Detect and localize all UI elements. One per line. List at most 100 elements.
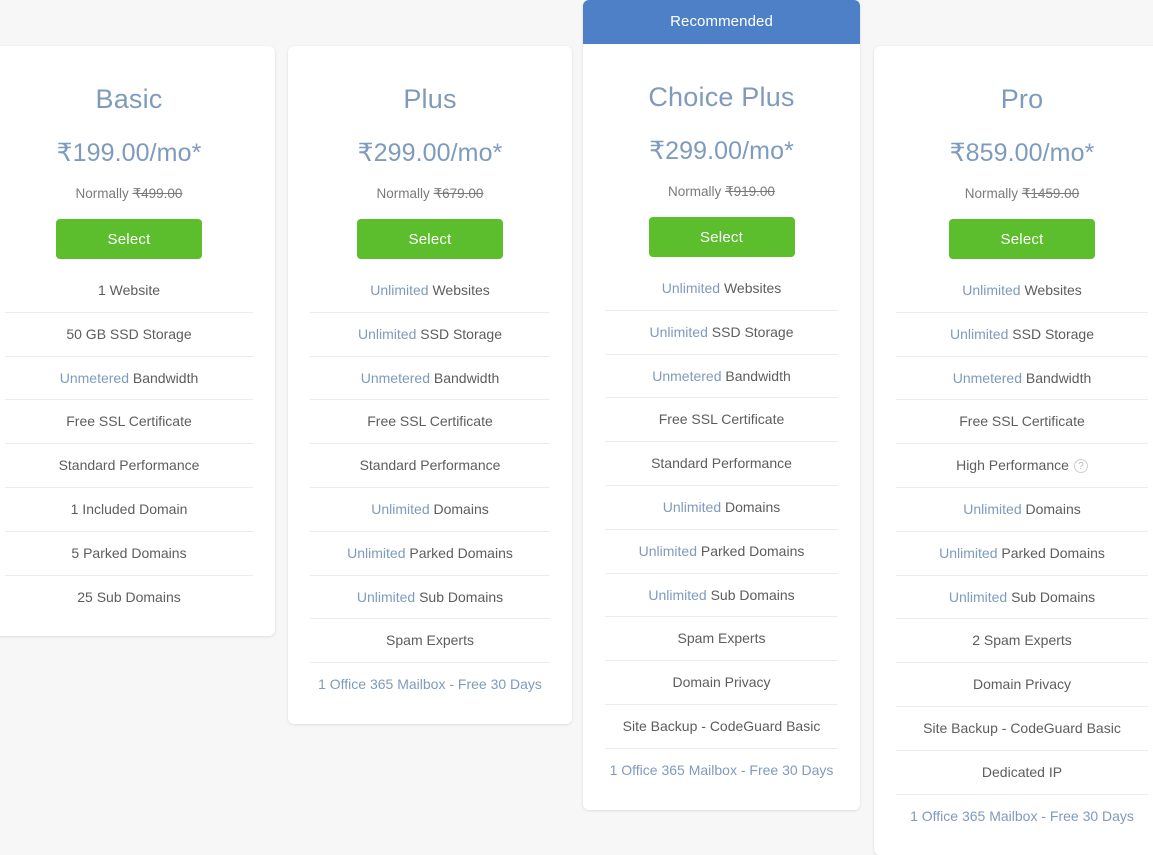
- plan-original-price: ₹499.00: [132, 186, 183, 201]
- feature-item: Site Backup - CodeGuard Basic: [605, 703, 838, 748]
- feature-highlight: Unmetered: [59, 369, 129, 386]
- feature-highlight: Unlimited: [962, 282, 1021, 298]
- feature-item: High Performance?: [896, 443, 1148, 487]
- plan-card-body: Pro ₹859.00/mo* Normally ₹1459.00 Select Unl…: [874, 46, 1153, 855]
- select-button-basic[interactable]: Select: [56, 219, 202, 259]
- feature-item: Unmetered Bandwidth: [896, 355, 1148, 400]
- feature-item: Site Backup - CodeGuard Basic: [896, 705, 1148, 750]
- feature-text: Bandwidth: [1021, 369, 1092, 386]
- feature-text: 1 Office 365 Mailbox - Free 30 Days: [609, 761, 834, 778]
- feature-item: 5 Parked Domains: [5, 530, 253, 575]
- feature-item: 25 Sub Domains: [5, 574, 253, 619]
- feature-highlight: Unlimited: [358, 325, 417, 342]
- feature-item: Standard Performance: [605, 441, 838, 485]
- feature-text: Bandwidth: [721, 367, 791, 384]
- feature-text: SSD Storage: [1008, 325, 1094, 342]
- feature-text: Bandwidth: [429, 369, 500, 386]
- plan-normal-price-row: Normally ₹679.00: [310, 186, 550, 202]
- feature-highlight: Unlimited: [347, 544, 406, 561]
- feature-item: Domain Privacy: [896, 662, 1148, 706]
- plan-name: Pro: [1000, 84, 1044, 114]
- normally-label: Normally: [668, 184, 722, 199]
- feature-item: Unlimited SSD Storage: [310, 311, 550, 356]
- feature-text: Free SSL Certificate: [658, 411, 785, 428]
- info-help-icon[interactable]: ?: [1073, 459, 1088, 474]
- feature-item: Unlimited Websites: [896, 278, 1148, 312]
- feature-text: 1 Office 365 Mailbox - Free 30 Days: [318, 676, 542, 693]
- feature-item: Domain Privacy: [605, 660, 838, 704]
- feature-text: 1 Included Domain: [70, 500, 188, 517]
- feature-text: Standard Performance: [58, 457, 200, 474]
- feature-highlight: Unlimited: [638, 542, 697, 559]
- feature-item: Free SSL Certificate: [310, 399, 550, 443]
- feature-text: Websites: [1020, 282, 1082, 298]
- feature-item: 50 GB SSD Storage: [5, 311, 253, 356]
- feature-text: Sub Domains: [1007, 588, 1096, 605]
- feature-text: Domain Privacy: [972, 676, 1072, 693]
- select-button-pro[interactable]: Select: [949, 219, 1095, 259]
- feature-item: Spam Experts: [310, 618, 550, 662]
- feature-text: Spam Experts: [677, 630, 766, 647]
- feature-item: Spam Experts: [605, 616, 838, 660]
- plan-name: Basic: [95, 84, 163, 114]
- plan-card-basic: Basic ₹199.00/mo* Normally ₹499.00 Select 1 …: [0, 46, 275, 637]
- feature-item: Free SSL Certificate: [605, 397, 838, 441]
- select-button-plus[interactable]: Select: [357, 219, 503, 259]
- feature-text: Parked Domains: [997, 544, 1105, 561]
- feature-item: 1 Office 365 Mailbox - Free 30 Days: [605, 747, 838, 792]
- feature-item: 1 Included Domain: [5, 486, 253, 531]
- feature-text: 25 Sub Domains: [77, 588, 181, 605]
- feature-text: Bandwidth: [128, 369, 199, 386]
- feature-text: Domains: [1021, 500, 1081, 517]
- feature-text: SSD Storage: [707, 323, 794, 340]
- feature-text: Site Backup - CodeGuard Basic: [622, 717, 821, 734]
- feature-item: 2 Spam Experts: [896, 618, 1148, 662]
- feature-text: Free SSL Certificate: [66, 413, 192, 430]
- normally-label: Normally: [75, 186, 129, 201]
- feature-highlight: Unlimited: [648, 586, 707, 603]
- feature-list: Unlimited Websites Unlimited SSD Storage U…: [310, 278, 550, 706]
- feature-item: 1 Office 365 Mailbox - Free 30 Days: [896, 793, 1148, 838]
- select-button-choice-plus[interactable]: Select: [648, 217, 795, 257]
- plan-name: Choice Plus: [648, 82, 795, 112]
- feature-text: 5 Parked Domains: [71, 544, 187, 561]
- feature-text: Dedicated IP: [981, 763, 1063, 780]
- select-button-row: Select: [5, 219, 253, 259]
- feature-highlight: Unlimited: [649, 323, 708, 340]
- feature-item: Free SSL Certificate: [896, 399, 1148, 443]
- feature-text: Standard Performance: [359, 457, 501, 474]
- normally-label: Normally: [964, 186, 1019, 201]
- recommended-banner: Recommended: [583, 0, 860, 44]
- feature-text: Domains: [721, 498, 781, 515]
- feature-text: 1 Office 365 Mailbox - Free 30 Days: [910, 807, 1134, 824]
- feature-item: Dedicated IP: [896, 749, 1148, 794]
- plan-price: ₹199.00/mo*: [56, 139, 202, 167]
- feature-text: Site Backup - CodeGuard Basic: [923, 719, 1121, 736]
- plan-card-body: Plus ₹299.00/mo* Normally ₹679.00 Select Unl…: [288, 46, 572, 724]
- feature-text: Parked Domains: [696, 542, 805, 559]
- feature-item: Unmetered Bandwidth: [605, 353, 838, 398]
- feature-highlight: Unlimited: [963, 500, 1022, 517]
- select-button-row: Select: [896, 219, 1148, 259]
- feature-item: Unlimited Sub Domains: [605, 572, 838, 617]
- feature-text: Standard Performance: [651, 455, 792, 472]
- feature-text: Free SSL Certificate: [367, 413, 493, 430]
- feature-text: Free SSL Certificate: [959, 413, 1085, 430]
- select-button-row: Select: [605, 217, 838, 257]
- normally-label: Normally: [376, 186, 430, 201]
- plan-original-price: ₹919.00: [725, 184, 775, 199]
- feature-item: Unlimited Parked Domains: [605, 528, 838, 573]
- feature-item: Unlimited Sub Domains: [310, 574, 550, 619]
- feature-item: Unlimited Websites: [310, 278, 550, 312]
- feature-text: Parked Domains: [405, 544, 513, 561]
- feature-highlight: Unlimited: [371, 500, 430, 517]
- plan-card-choice-plus: Recommended Choice Plus ₹299.00/mo* Normall…: [583, 0, 860, 810]
- plan-card-body: Basic ₹199.00/mo* Normally ₹499.00 Select 1 …: [0, 46, 275, 636]
- plan-card-pro: Pro ₹859.00/mo* Normally ₹1459.00 Select Unl…: [874, 46, 1153, 855]
- feature-item: Standard Performance: [5, 443, 253, 487]
- feature-highlight: Unmetered: [952, 369, 1022, 386]
- feature-highlight: Unlimited: [356, 588, 416, 605]
- feature-text: Sub Domains: [706, 586, 795, 603]
- feature-highlight: Unlimited: [370, 282, 429, 298]
- plan-normal-price-row: Normally ₹1459.00: [896, 186, 1148, 202]
